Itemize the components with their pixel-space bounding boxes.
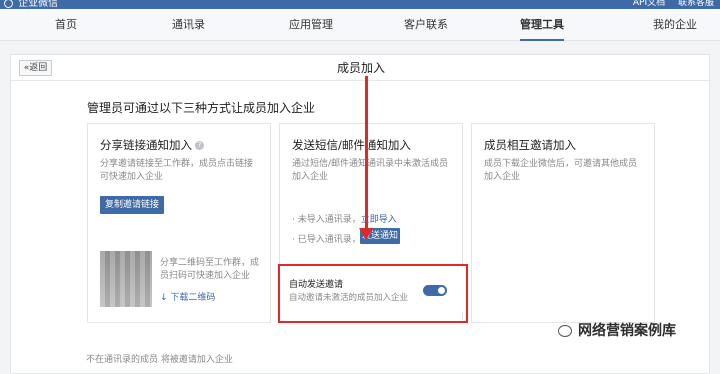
section-title: 管理员可通过以下三种方式让成员加入企业 [87, 101, 316, 115]
brand-name: 企业微信 [18, 0, 59, 9]
page-title: 成员加入 [336, 61, 385, 75]
annotation-arrow-head [359, 228, 373, 240]
qr-code-image [100, 251, 152, 307]
highlight-frame [278, 264, 468, 323]
card-title-text: 分享链接通知加入 [100, 138, 192, 152]
card-description: 成员下载企业微信后，可邀请其他成员加入企业 [484, 159, 638, 182]
brand-icon [4, 0, 13, 8]
bullet-imported: · 已导入通讯录， [292, 235, 361, 245]
qr-description: 分享二维码至工作群，成员扫码可快速加入企业 [160, 258, 260, 281]
share-link-card: 分享链接通知加入? 分享邀请链接至工作群，成员点击链接可快速加入企业 复制邀请链… [87, 123, 271, 323]
footer-note: 不在通讯录的成员 将被邀请加入企业 [86, 355, 233, 365]
main-nav: 首页 通讯录 应用管理 客户联系 管理工具 我的企业 [0, 9, 720, 41]
bullet-import: · 未导入通讯录，立即导入 [292, 212, 397, 225]
help-icon[interactable]: ? [195, 141, 204, 150]
wechat-icon [558, 325, 572, 337]
back-button[interactable]: «返回 [19, 60, 52, 76]
nav-my-enterprise[interactable]: 我的企业 [653, 9, 697, 41]
contact-support-link[interactable]: 联系客服 [678, 0, 714, 8]
top-links: API文档 联系客服 [623, 0, 714, 9]
nav-home[interactable]: 首页 [55, 9, 77, 41]
page-header: 成员加入 «返回 [11, 55, 711, 81]
download-qr-link[interactable]: ↓ 下载二维码 [160, 290, 215, 303]
card-description: 通过短信/邮件通知通讯录中未激活成员加入企业 [292, 159, 449, 182]
card-title: 成员相互邀请加入 [484, 138, 576, 152]
copy-invite-link-button[interactable]: 复制邀请链接 [100, 196, 164, 214]
mutual-invite-card: 成员相互邀请加入 成员下载企业微信后，可邀请其他成员加入企业 [471, 123, 655, 323]
nav-contacts[interactable]: 通讯录 [172, 9, 205, 41]
watermark: 网络营销案例库 [558, 320, 676, 340]
api-docs-link[interactable]: API文档 [633, 0, 665, 8]
top-bar: 企业微信 API文档 联系客服 [0, 0, 720, 9]
annotation-arrow-line [365, 76, 368, 236]
nav-management-tools[interactable]: 管理工具 [520, 9, 564, 41]
bullet-text: · 未导入通讯录， [292, 215, 361, 225]
card-title: 分享链接通知加入? [100, 137, 204, 153]
watermark-text: 网络营销案例库 [578, 323, 676, 339]
brand-logo[interactable]: 企业微信 [4, 0, 58, 9]
nav-app-management[interactable]: 应用管理 [289, 9, 333, 41]
card-title: 发送短信/邮件通知加入 [292, 138, 411, 152]
nav-customer-contact[interactable]: 客户联系 [404, 9, 448, 41]
card-description: 分享邀请链接至工作群，成员点击链接可快速加入企业 [100, 159, 254, 182]
